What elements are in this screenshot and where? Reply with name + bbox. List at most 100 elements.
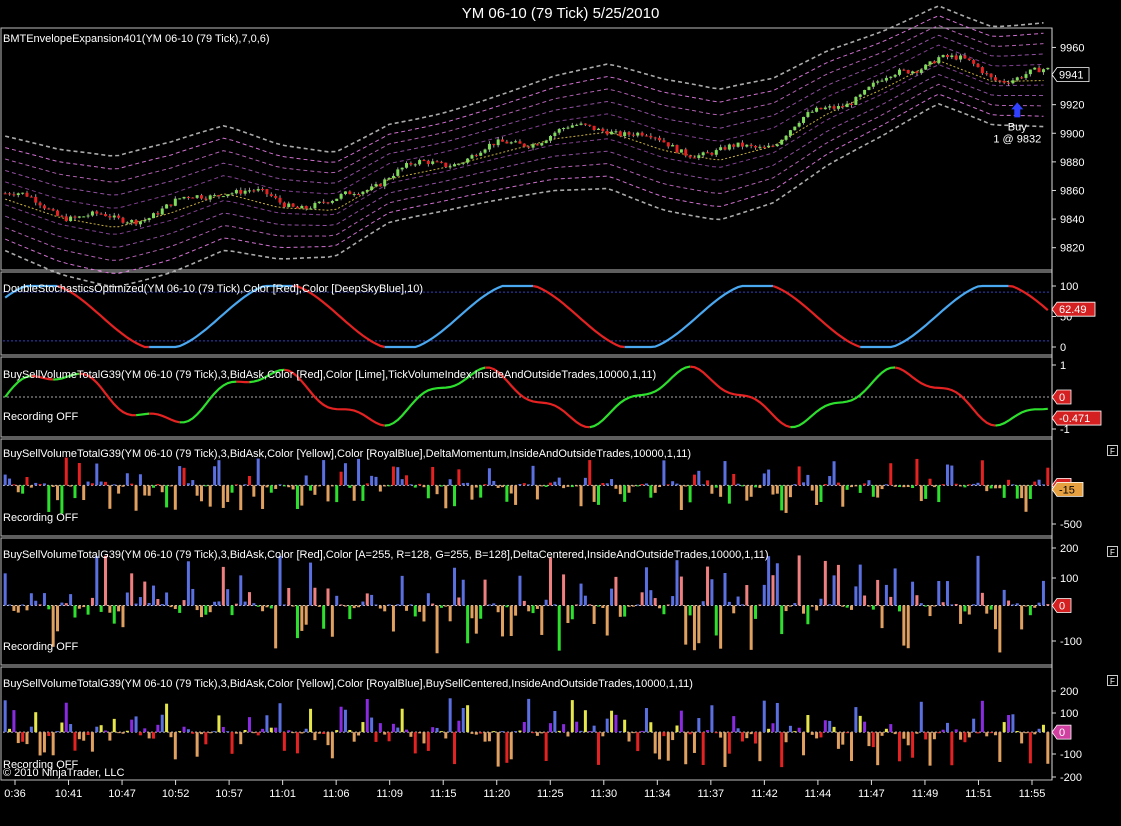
delta-momentum-bar: [99, 481, 103, 486]
delta-centered-recording-status: Recording OFF: [3, 641, 79, 653]
buysell-centered-bar: [461, 707, 465, 733]
candle-body: [570, 125, 574, 128]
price-candle: [470, 153, 474, 159]
delta-momentum-bar: [195, 485, 199, 496]
buysell-centered-last-badge-text: 0: [1059, 727, 1065, 739]
candle-body: [631, 134, 635, 136]
delta-momentum-bar: [618, 485, 622, 495]
price-candle: [684, 147, 688, 158]
price-candle: [278, 195, 282, 205]
panel-f-button-1[interactable]: F: [1107, 445, 1118, 456]
buysell-centered-bar: [217, 715, 221, 733]
delta-centered-bar: [492, 603, 496, 606]
delta-centered-bar: [802, 605, 806, 614]
chart-canvas[interactable]: Sell1 @ 9885Sell1 @ 9893Buy1 @ 9832 9960…: [0, 0, 1121, 826]
delta-momentum-bar: [605, 483, 609, 486]
price-candle: [317, 201, 321, 205]
delta-momentum-bar: [470, 485, 474, 500]
delta-momentum-bar: [243, 484, 247, 486]
delta-centered-bar: [815, 605, 819, 611]
price-candle: [439, 160, 443, 164]
price-candle: [361, 191, 365, 197]
envelope-band: [5, 24, 1044, 183]
delta-momentum-bar: [326, 485, 330, 502]
delta-centered-bar: [466, 605, 470, 644]
buysell-centered-bar: [666, 732, 670, 761]
buysell-centered-bar: [575, 721, 579, 733]
candle-body: [213, 195, 217, 197]
panel-f-button-2[interactable]: F: [1107, 546, 1118, 557]
delta-centered-bar: [863, 595, 867, 606]
delta-momentum-bar: [409, 484, 413, 486]
candle-body: [932, 61, 936, 64]
candle-body: [1024, 74, 1028, 78]
x-axis-tick-label: 11:37: [697, 788, 724, 800]
buysell-centered-bar: [522, 721, 526, 733]
price-candle: [496, 137, 500, 148]
buysell-centered-bar: [679, 710, 683, 733]
candle-body: [252, 190, 256, 192]
tvi-line-segment: [995, 407, 1048, 427]
delta-centered-bar: [736, 596, 740, 606]
buysell-centered-bar: [322, 732, 326, 735]
buysell-centered-bar: [557, 730, 561, 733]
delta-centered-bar: [989, 605, 993, 610]
delta-centered-bar: [919, 603, 923, 606]
candle-body: [505, 141, 509, 144]
delta-centered-bar: [723, 573, 727, 606]
delta-centered-bar: [348, 605, 352, 620]
stoch-line-segment: [384, 284, 533, 349]
panel-f-button-3[interactable]: F: [1107, 675, 1118, 686]
buysell-centered-bar: [780, 732, 784, 768]
delta-momentum-bar: [117, 485, 121, 494]
buysell-centered-bar: [854, 707, 858, 733]
delta-centered-bar: [509, 605, 513, 637]
buysell-centered-bar: [69, 724, 73, 733]
candle-body: [858, 94, 862, 97]
buysell-centered-bar: [1020, 732, 1024, 744]
buysell-centered-bar: [544, 732, 548, 761]
price-candle: [893, 73, 897, 78]
envelope-band: [5, 93, 1044, 274]
price-candle: [295, 205, 299, 209]
delta-momentum-bar: [34, 482, 38, 486]
price-candle: [754, 145, 758, 150]
candle-body: [8, 193, 12, 195]
candle-body: [117, 215, 121, 218]
delta-centered-bar: [461, 579, 465, 606]
delta-centered-bar: [1041, 580, 1045, 606]
candle-body: [47, 208, 51, 210]
buysell-centered-bar: [570, 700, 574, 733]
delta-centered-bar: [3, 573, 7, 606]
buysell-centered-panel-label: BuySellVolumeTotalG39(YM 06-10 (79 Tick)…: [3, 678, 693, 690]
buysell-centered-bar: [928, 732, 932, 766]
candle-body: [823, 107, 827, 110]
delta-centered-bar: [601, 605, 605, 608]
candle-body: [178, 198, 182, 200]
delta-centered-bar: [897, 605, 901, 612]
delta-momentum-bar: [213, 466, 217, 486]
candle-body: [553, 132, 557, 136]
delta-momentum-bar: [614, 485, 618, 489]
buysell-centered-bar: [295, 732, 299, 754]
candle-body: [108, 216, 112, 218]
price-candle: [767, 142, 771, 148]
delta-momentum-bar: [828, 476, 832, 486]
candle-body: [422, 160, 426, 162]
buysell-centered-bar: [378, 723, 382, 733]
delta-momentum-bar: [767, 469, 771, 486]
delta-centered-bar: [173, 605, 177, 610]
buysell-centered-bar: [186, 729, 190, 733]
price-candle: [208, 194, 212, 203]
price-candle: [518, 139, 522, 144]
delta-centered-bar: [77, 605, 81, 609]
candle-body: [413, 164, 417, 166]
price-candle: [47, 207, 51, 210]
delta-centered-bar: [300, 605, 304, 631]
candle-body: [64, 216, 68, 222]
delta-centered-bar: [719, 605, 723, 649]
price-candle: [706, 150, 710, 154]
buysell-centered-bar: [706, 730, 710, 733]
delta-centered-bar: [182, 600, 186, 606]
delta-centered-bar: [658, 605, 662, 609]
